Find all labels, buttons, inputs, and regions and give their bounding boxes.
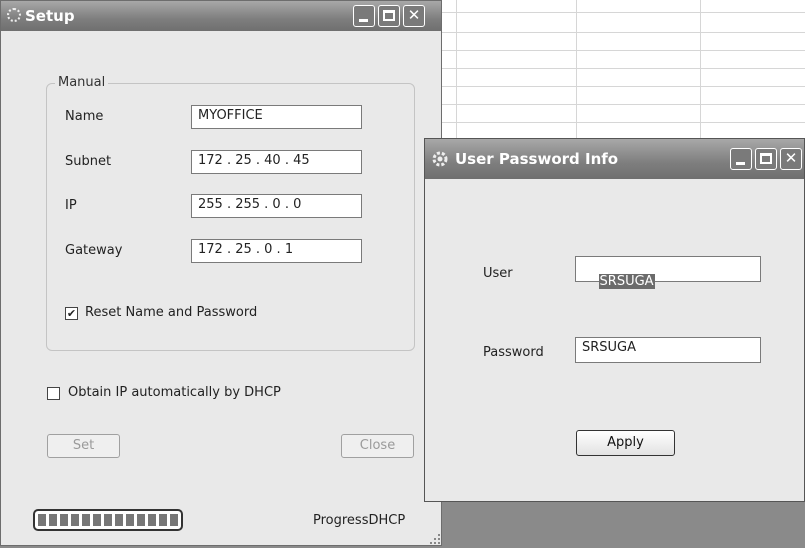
gateway-label: Gateway <box>65 243 123 258</box>
password-dialog: User Password Info ✕ User SRSUGA Passwor… <box>424 138 805 502</box>
password-dialog-title: User Password Info <box>455 150 619 168</box>
ip-label: IP <box>65 198 77 213</box>
resize-grip-icon[interactable] <box>429 533 441 545</box>
name-field[interactable]: MYOFFICE <box>191 105 362 129</box>
progress-label: ProgressDHCP <box>313 513 406 528</box>
grid-line <box>456 0 457 140</box>
maximize-button[interactable] <box>378 5 400 27</box>
background-taskbar-area <box>430 500 805 548</box>
dhcp-label: Obtain IP automatically by DHCP <box>68 385 281 400</box>
setup-titlebar[interactable]: Setup ✕ <box>1 1 441 31</box>
setup-title: Setup <box>25 7 75 25</box>
grid-line <box>440 104 805 105</box>
manual-group-label: Manual <box>55 75 109 90</box>
name-label: Name <box>65 109 104 124</box>
gateway-field[interactable]: 172 . 25 . 0 . 1 <box>191 239 362 263</box>
subnet-field[interactable]: 172 . 25 . 40 . 45 <box>191 150 362 174</box>
apply-button[interactable]: Apply <box>576 430 675 456</box>
ip-field[interactable]: 255 . 255 . 0 . 0 <box>191 194 362 218</box>
close-window-button[interactable]: ✕ <box>403 5 425 27</box>
dialog-minimize-button[interactable] <box>730 148 752 170</box>
subnet-label: Subnet <box>65 154 112 169</box>
grid-line <box>576 0 577 140</box>
password-label: Password <box>483 345 544 360</box>
setup-app-icon <box>7 8 21 22</box>
user-field[interactable]: SRSUGA <box>575 256 761 289</box>
reset-checkbox[interactable]: ✔ <box>65 307 78 320</box>
maximize-icon <box>383 10 395 21</box>
progress-fill <box>38 514 178 526</box>
user-label: User <box>483 266 513 281</box>
progress-bar <box>33 509 183 531</box>
reset-label: Reset Name and Password <box>85 305 258 320</box>
grid-line <box>440 122 805 123</box>
gear-icon <box>432 151 448 167</box>
password-field[interactable]: SRSUGA <box>575 337 761 363</box>
password-dialog-titlebar[interactable]: User Password Info ✕ <box>425 139 804 179</box>
dhcp-checkbox[interactable] <box>47 387 60 400</box>
dialog-maximize-button[interactable] <box>755 148 777 170</box>
dialog-close-button[interactable]: ✕ <box>780 148 802 170</box>
grid-line <box>440 50 805 51</box>
minimize-button[interactable] <box>353 5 375 27</box>
close-button[interactable]: Close <box>341 434 414 458</box>
maximize-icon <box>760 153 772 164</box>
user-field-selected-text: SRSUGA <box>598 274 655 289</box>
setup-window: Setup ✕ Manual Name MYOFFICE Subnet 172 … <box>0 0 442 546</box>
grid-line <box>440 12 805 13</box>
grid-line <box>700 0 701 140</box>
close-icon: ✕ <box>407 6 421 24</box>
grid-line <box>440 32 805 33</box>
grid-line <box>440 68 805 69</box>
minimize-icon <box>736 162 745 165</box>
minimize-icon <box>359 19 368 22</box>
set-button[interactable]: Set <box>47 434 120 458</box>
close-icon: ✕ <box>784 149 798 167</box>
grid-line <box>440 86 805 87</box>
